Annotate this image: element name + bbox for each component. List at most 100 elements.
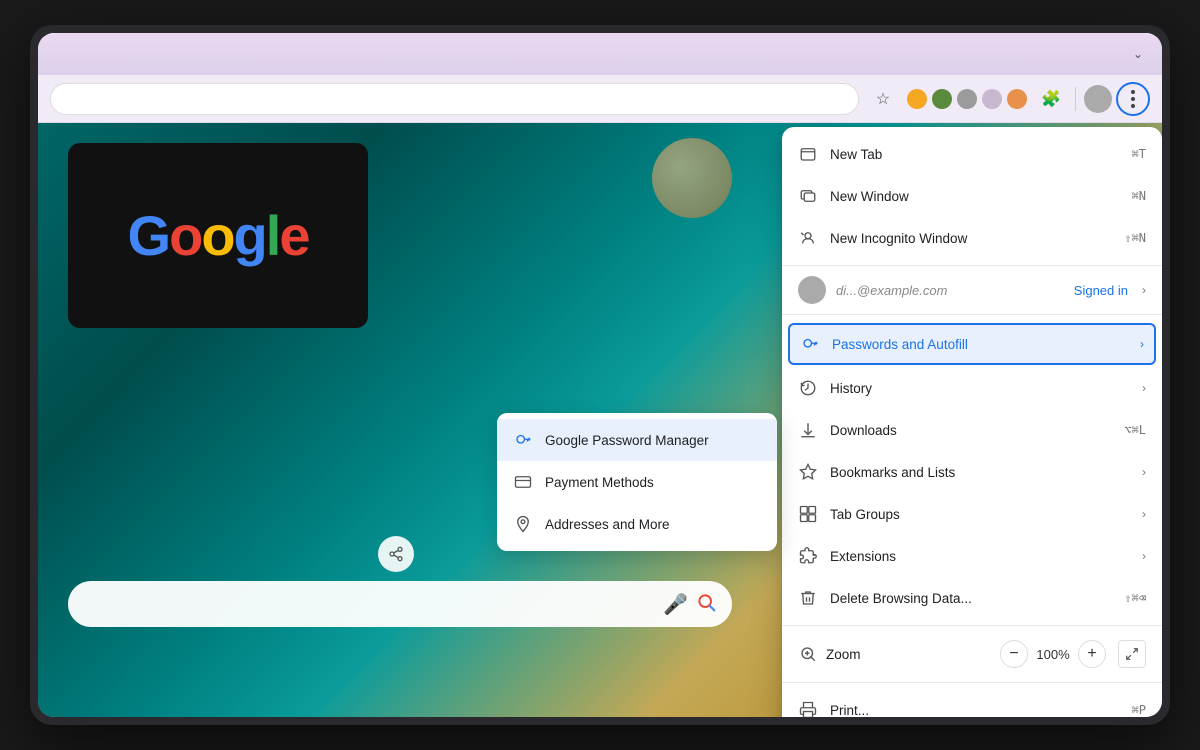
zoom-value: 100%	[1034, 647, 1072, 662]
logo-l: l	[266, 204, 280, 267]
new-tab-icon	[798, 144, 818, 164]
new-window-shortcut: ⌘N	[1132, 189, 1146, 203]
delete-browsing-shortcut: ⇧⌘⌫	[1124, 591, 1146, 605]
passwords-submenu: Google Password Manager Payment Methods …	[497, 413, 777, 551]
profile-dot-3	[957, 89, 977, 109]
zoom-controls: − 100% +	[1000, 640, 1106, 668]
downloads-label: Downloads	[830, 423, 1112, 438]
google-card: Google	[68, 143, 368, 328]
submenu-item-payment-methods[interactable]: Payment Methods	[497, 461, 777, 503]
title-bar: ⌄	[38, 33, 1162, 75]
search-bar[interactable]: 🎤	[68, 581, 732, 627]
profile-dot-1	[907, 89, 927, 109]
zoom-decrease-button[interactable]: −	[1000, 640, 1028, 668]
toolbar-icons: ☆ 🧩	[867, 82, 1150, 116]
device-frame: ⌄ ☆ 🧩	[30, 25, 1170, 725]
menu-section-tools: Print... ⌘P Search with Google Lens	[782, 682, 1162, 717]
logo-g: G	[128, 204, 170, 267]
zoom-increase-button[interactable]: +	[1078, 640, 1106, 668]
menu-item-passwords[interactable]: Passwords and Autofill ›	[788, 323, 1156, 365]
dot-2	[1131, 97, 1135, 101]
dot-3	[1131, 104, 1135, 108]
extensions-icon[interactable]: 🧩	[1035, 83, 1067, 115]
passwords-icon	[800, 334, 820, 354]
history-chevron: ›	[1142, 381, 1146, 395]
submenu-item-password-manager[interactable]: Google Password Manager	[497, 419, 777, 461]
signed-in-row[interactable]: di...@example.com Signed in ›	[782, 265, 1162, 315]
bookmarks-icon	[798, 462, 818, 482]
menu-item-new-tab[interactable]: New Tab ⌘T	[782, 133, 1162, 175]
menu-item-extensions[interactable]: Extensions ›	[782, 535, 1162, 577]
history-label: History	[830, 381, 1130, 396]
chrome-menu: New Tab ⌘T New Window ⌘N	[782, 127, 1162, 717]
password-manager-label: Google Password Manager	[545, 433, 709, 448]
logo-o1: o	[169, 204, 201, 267]
zoom-expand-button[interactable]	[1118, 640, 1146, 668]
address-bar[interactable]	[50, 83, 859, 115]
zoom-row: Zoom − 100% +	[782, 632, 1162, 676]
new-window-label: New Window	[830, 189, 1120, 204]
tab-groups-label: Tab Groups	[830, 507, 1130, 522]
zoom-icon	[798, 644, 818, 664]
tab-groups-icon	[798, 504, 818, 524]
lens-icon[interactable]	[696, 592, 716, 617]
extensions-chevron: ›	[1142, 549, 1146, 563]
bookmarks-label: Bookmarks and Lists	[830, 465, 1130, 480]
bookmark-icon[interactable]: ☆	[867, 83, 899, 115]
menu-item-downloads[interactable]: Downloads ⌥⌘L	[782, 409, 1162, 451]
delete-browsing-icon	[798, 588, 818, 608]
menu-item-new-window[interactable]: New Window ⌘N	[782, 175, 1162, 217]
logo-g2: g	[234, 204, 266, 267]
collapse-chevron[interactable]: ⌄	[1126, 42, 1150, 66]
microphone-icon[interactable]: 🎤	[663, 592, 688, 617]
password-manager-icon	[513, 430, 533, 450]
zoom-label: Zoom	[826, 647, 992, 662]
menu-item-tab-groups[interactable]: Tab Groups ›	[782, 493, 1162, 535]
print-shortcut: ⌘P	[1132, 703, 1146, 717]
delete-browsing-label: Delete Browsing Data...	[830, 591, 1112, 606]
downloads-shortcut: ⌥⌘L	[1124, 423, 1146, 437]
logo-o2: o	[201, 204, 233, 267]
menu-button[interactable]	[1116, 82, 1150, 116]
extensions-label: Extensions	[830, 549, 1130, 564]
menu-item-history[interactable]: History ›	[782, 367, 1162, 409]
profile-dot-5	[1007, 89, 1027, 109]
new-window-icon	[798, 186, 818, 206]
share-button[interactable]	[378, 536, 414, 572]
print-icon	[798, 700, 818, 717]
tab-groups-chevron: ›	[1142, 507, 1146, 521]
bookmarks-chevron: ›	[1142, 465, 1146, 479]
passwords-chevron: ›	[1140, 337, 1144, 351]
browser-window: ⌄ ☆ 🧩	[38, 33, 1162, 717]
downloads-icon	[798, 420, 818, 440]
background-image: Google 🎤	[38, 123, 1162, 717]
menu-item-delete-browsing[interactable]: Delete Browsing Data... ⇧⌘⌫	[782, 577, 1162, 619]
menu-item-bookmarks[interactable]: Bookmarks and Lists ›	[782, 451, 1162, 493]
incognito-label: New Incognito Window	[830, 231, 1112, 246]
new-tab-shortcut: ⌘T	[1132, 147, 1146, 161]
profile-dot-4	[982, 89, 1002, 109]
incognito-icon	[798, 228, 818, 248]
planet-decoration	[652, 138, 732, 218]
menu-item-print[interactable]: Print... ⌘P	[782, 689, 1162, 717]
addresses-icon	[513, 514, 533, 534]
payment-methods-label: Payment Methods	[545, 475, 654, 490]
signed-in-email: di...@example.com	[836, 283, 1064, 298]
google-logo: Google	[128, 203, 309, 268]
menu-section-main: Passwords and Autofill › History ›	[782, 315, 1162, 625]
new-tab-label: New Tab	[830, 147, 1120, 162]
signed-in-label: Signed in	[1074, 283, 1128, 298]
profile-dot-2	[932, 89, 952, 109]
profile-avatar[interactable]	[1084, 85, 1112, 113]
menu-section-navigation: New Tab ⌘T New Window ⌘N	[782, 127, 1162, 265]
menu-item-incognito[interactable]: New Incognito Window ⇧⌘N	[782, 217, 1162, 259]
logo-e: e	[279, 204, 308, 267]
submenu-item-addresses[interactable]: Addresses and More	[497, 503, 777, 545]
menu-section-zoom: Zoom − 100% +	[782, 625, 1162, 682]
print-label: Print...	[830, 703, 1120, 718]
dot-1	[1131, 90, 1135, 94]
addresses-label: Addresses and More	[545, 517, 670, 532]
incognito-shortcut: ⇧⌘N	[1124, 231, 1146, 245]
history-icon	[798, 378, 818, 398]
extensions-menu-icon	[798, 546, 818, 566]
